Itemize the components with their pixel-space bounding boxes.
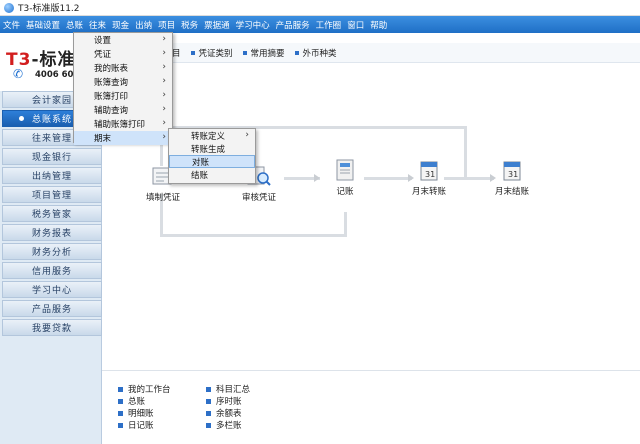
menu-item-ledger-print[interactable]: 账簿打印 › [74,89,172,103]
square-icon [118,410,123,416]
sidebar-item-financial-report[interactable]: 财务报表 [2,224,102,241]
calendar-icon: 31 [420,161,438,181]
menu-basic-settings[interactable]: 基础设置 [23,19,63,31]
flow-node-post[interactable]: 记账 [332,158,358,197]
submenu-item-close[interactable]: 结账 [169,168,255,181]
phone-number: 4006 60 [35,70,74,80]
toolbar: 目 凭证类别 常用摘要 外币种类 [102,43,640,63]
chevron-right-icon: › [162,90,166,100]
quick-link-journal[interactable]: 日记账 [118,419,154,431]
menu-cash[interactable]: 现金 [109,19,132,31]
sidebar-item-learning[interactable]: 学习中心 [2,281,102,298]
svg-text:31: 31 [425,170,435,179]
chevron-right-icon: › [162,76,166,86]
chevron-right-icon: › [162,34,166,44]
quick-link-balance-sheet[interactable]: 余额表 [206,407,242,419]
sidebar-item-cashier[interactable]: 出纳管理 [2,167,102,184]
flow-connector-bottom [160,234,346,237]
menu-item-period-end[interactable]: 期末 › [74,131,172,145]
sidebar-item-loan[interactable]: 我要贷款 [2,319,102,336]
sidebar-item-credit[interactable]: 信用服务 [2,262,102,279]
quick-link-detail-ledger[interactable]: 明细账 [118,407,154,419]
toolbar-common-summary[interactable]: 常用摘要 [242,47,285,59]
quick-link-multi-column[interactable]: 多栏账 [206,419,242,431]
quick-links-panel: 我的工作台 总账 明细账 日记账 科目汇总 序时账 余额表 多栏账 [102,370,640,444]
chevron-right-icon: › [162,118,166,128]
flow-node-month-end-transfer[interactable]: 31 月末转账 [412,158,446,197]
menu-general-ledger[interactable]: 总账 [63,19,86,31]
window-title: T3-标准版11.2 [18,4,80,14]
square-icon [242,50,247,55]
flow-connector-up [344,212,347,237]
submenu-item-transfer-definition[interactable]: 转账定义 › [169,129,255,142]
period-end-submenu: 转账定义 › 转账生成 对账 结账 [168,128,256,184]
quick-link-workbench[interactable]: 我的工作台 [118,383,171,395]
flow-connector-d [444,177,494,180]
square-icon [206,386,211,392]
submenu-item-reconcile[interactable]: 对账 [169,155,255,168]
menu-window[interactable]: 窗口 [344,19,367,31]
square-icon [294,50,299,55]
menu-bar: 文件 基础设置 总账 往来 现金 出纳 项目 税务 票据通 学习中心 产品服务 … [0,16,640,33]
toolbar-currency-types[interactable]: 外币种类 [294,47,337,59]
arrow-icon [314,174,320,182]
chevron-right-icon: › [162,132,166,142]
square-icon [190,50,195,55]
chevron-right-icon: › [245,130,249,140]
bullet-icon [19,116,24,121]
menu-tax[interactable]: 税务 [178,19,201,31]
quick-link-general-ledger[interactable]: 总账 [118,395,145,407]
chevron-right-icon: › [162,62,166,72]
flow-connector-right [464,126,467,178]
menu-item-aux-ledger-print[interactable]: 辅助账簿打印 › [74,117,172,131]
submenu-item-transfer-generation[interactable]: 转账生成 [169,142,255,155]
sidebar-item-cash-bank[interactable]: 现金银行 [2,148,102,165]
menu-file[interactable]: 文件 [0,19,23,31]
menu-bills[interactable]: 票据通 [201,19,233,31]
toolbar-voucher-category[interactable]: 凭证类别 [190,47,233,59]
menu-help[interactable]: 帮助 [367,19,390,31]
sidebar-item-project[interactable]: 项目管理 [2,186,102,203]
sidebar-item-tax[interactable]: 税务管家 [2,205,102,222]
phone-icon: ✆ [13,67,24,81]
sidebar-item-financial-analysis[interactable]: 财务分析 [2,243,102,260]
title-bar: T3-标准版11.2 [0,0,640,16]
square-icon [206,410,211,416]
menu-item-aux-query[interactable]: 辅助查询 › [74,103,172,117]
square-icon [118,398,123,404]
chevron-right-icon: › [162,104,166,114]
menu-products[interactable]: 产品服务 [273,19,313,31]
square-icon [118,386,123,392]
general-ledger-dropdown: 设置 › 凭证 › 我的账表 › 账簿查询 › 账簿打印 › 辅助查询 › 辅助账簿打印 › … [73,32,173,145]
sidebar-item-products[interactable]: 产品服务 [2,300,102,317]
ledger-icon [336,159,354,181]
menu-project[interactable]: 项目 [155,19,178,31]
menu-item-my-reports[interactable]: 我的账表 › [74,61,172,75]
menu-workcircle[interactable]: 工作圈 [313,19,345,31]
menu-learning[interactable]: 学习中心 [233,19,273,31]
menu-receivables[interactable]: 往来 [86,19,109,31]
menu-cashier[interactable]: 出纳 [132,19,155,31]
svg-text:31: 31 [508,170,518,179]
main-content: 填制凭证 审核凭证 记账 31 月末转账 31 月末结账 [102,64,640,370]
quick-link-subject-summary[interactable]: 科目汇总 [206,383,250,395]
toolbar-subject[interactable]: 目 [172,47,181,59]
menu-item-ledger-query[interactable]: 账簿查询 › [74,75,172,89]
calendar-check-icon: 31 [503,161,521,181]
square-icon [206,398,211,404]
menu-item-settings[interactable]: 设置 › [74,33,172,47]
menu-item-voucher[interactable]: 凭证 › [74,47,172,61]
square-icon [206,422,211,428]
square-icon [118,422,123,428]
chevron-right-icon: › [162,48,166,58]
quick-link-chronological[interactable]: 序时账 [206,395,242,407]
app-icon [4,2,14,13]
flow-node-month-end-close[interactable]: 31 月末结账 [495,158,529,197]
flow-connector-c [364,177,412,180]
